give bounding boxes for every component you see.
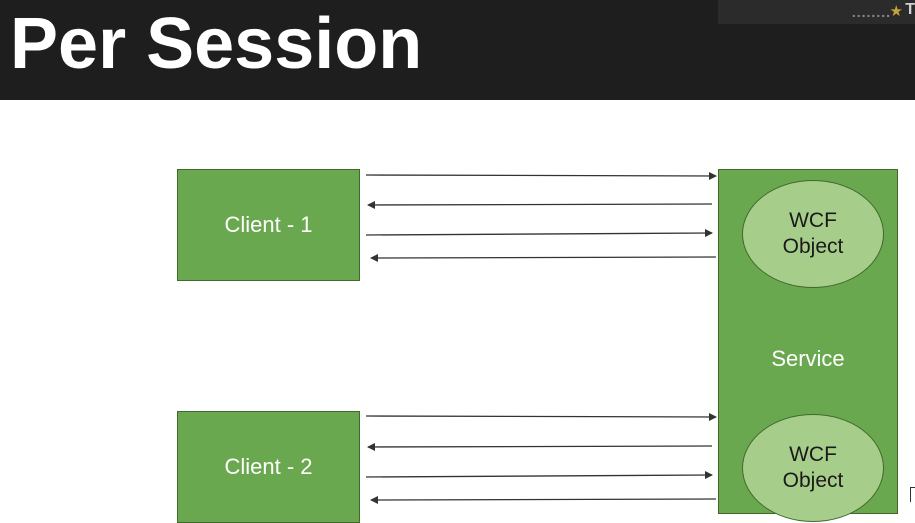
arrow-c2-response-2: [370, 495, 717, 504]
arrow-c1-request-2: [365, 229, 713, 238]
arrow-c1-request-1: [365, 171, 717, 180]
cursor-icon: [910, 487, 915, 502]
arrow-c1-response-1: [367, 200, 713, 209]
arrow-c2-request-2: [365, 471, 713, 480]
arrow-c2-response-1: [367, 442, 713, 451]
arrow-c1-response-2: [370, 253, 717, 262]
arrows-layer: [365, 171, 717, 504]
arrow-c2-request-1: [365, 412, 717, 421]
